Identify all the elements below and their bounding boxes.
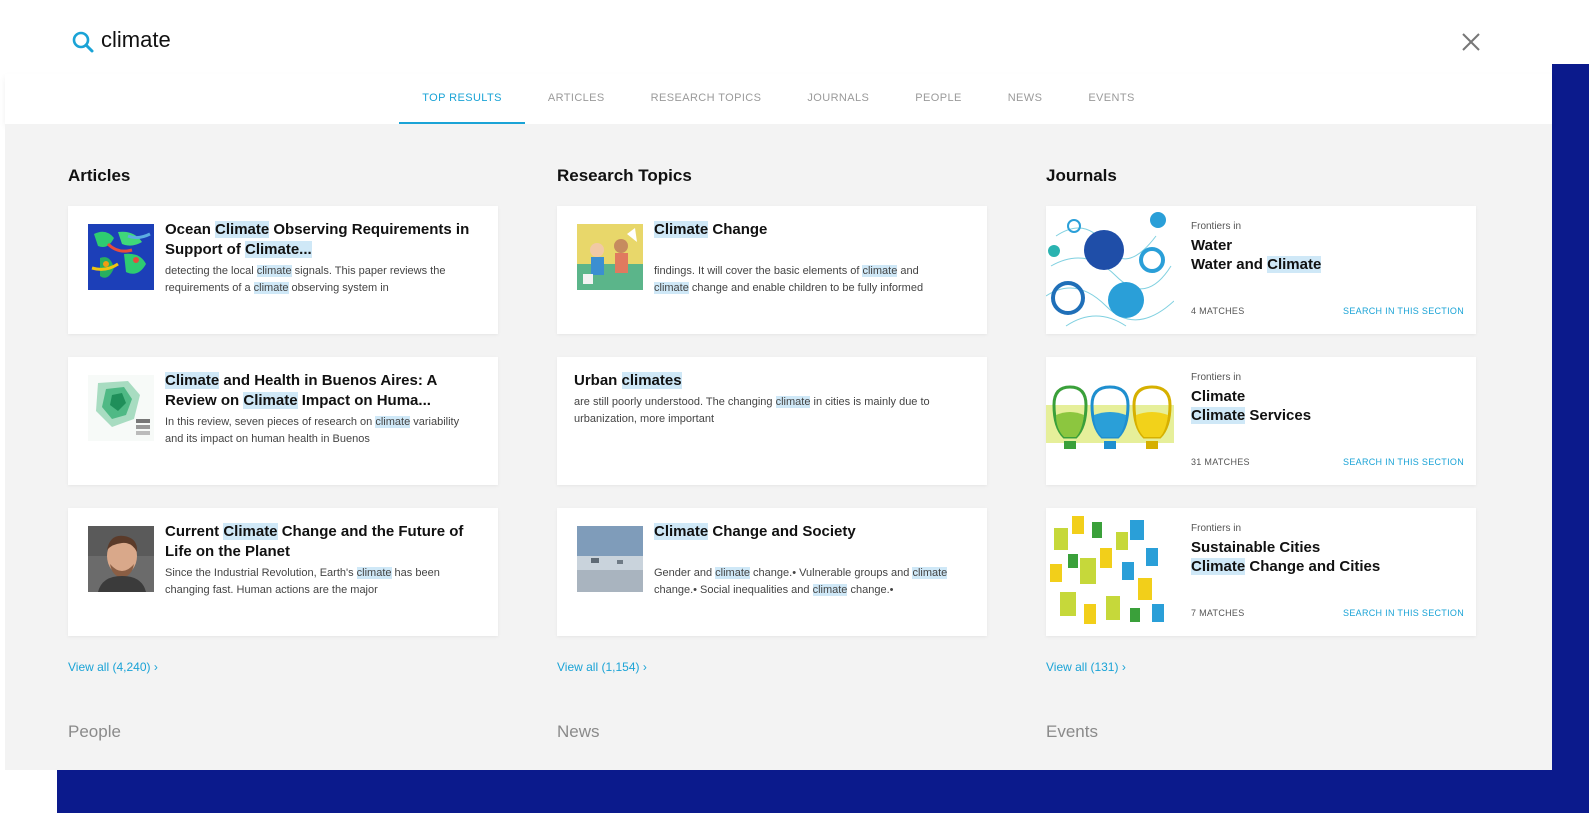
- tab-research-topics[interactable]: RESEARCH TOPICS: [628, 74, 785, 124]
- article-title-2[interactable]: Climate and Health in Buenos Aires: A Re…: [165, 371, 485, 411]
- journal-matches: 4 MATCHES: [1191, 306, 1245, 316]
- journal-card-3[interactable]: Frontiers in Sustainable Cities Climate …: [1046, 508, 1476, 636]
- research-topic-title-2[interactable]: Urban climates: [574, 371, 974, 391]
- search-bar: climate: [5, 0, 1552, 74]
- tab-journals[interactable]: JOURNALS: [784, 74, 892, 124]
- results-content: Articles Ocean Climate Observing Require…: [5, 124, 1552, 770]
- article-title-3[interactable]: Current Climate Change and the Future of…: [165, 522, 485, 562]
- research-topic-thumbnail-photo: [577, 526, 643, 592]
- people-heading: People: [68, 722, 121, 741]
- search-in-section-link[interactable]: SEARCH IN THIS SECTION: [1343, 457, 1464, 467]
- article-snippet-1: detecting the local climate signals. Thi…: [165, 265, 446, 294]
- article-thumbnail-ocean-map: [88, 224, 154, 290]
- view-all-research-topics-link[interactable]: View all (1,154) ›: [557, 660, 647, 674]
- tab-articles[interactable]: ARTICLES: [525, 74, 628, 124]
- article-card-2[interactable]: Climate and Health in Buenos Aires: A Re…: [68, 357, 498, 485]
- tab-events[interactable]: EVENTS: [1065, 74, 1157, 124]
- journal-name[interactable]: Climate Change and Cities: [1191, 557, 1380, 576]
- journal-matches: 7 MATCHES: [1191, 608, 1245, 618]
- search-in-section-link[interactable]: SEARCH IN THIS SECTION: [1343, 306, 1464, 316]
- article-snippet-2: In this review, seven pieces of research…: [165, 416, 460, 445]
- journal-subject[interactable]: Sustainable Cities: [1191, 538, 1320, 557]
- journal-frontiers-label: Frontiers in: [1191, 372, 1242, 383]
- close-icon[interactable]: [1460, 31, 1482, 53]
- events-heading: Events: [1046, 722, 1098, 741]
- article-thumbnail-portrait: [88, 526, 154, 592]
- journal-card-1[interactable]: Frontiers in Water Water and Climate 4 M…: [1046, 206, 1476, 334]
- tab-top-results[interactable]: TOP RESULTS: [399, 74, 525, 125]
- journal-thumbnail-climate: [1046, 357, 1174, 485]
- research-topic-title-1[interactable]: Climate Change: [654, 220, 974, 240]
- research-topic-snippet-2: are still poorly understood. The changin…: [574, 396, 930, 425]
- research-topic-snippet-3: Gender and climate change.• Vulnerable g…: [654, 567, 948, 596]
- journal-subject[interactable]: Climate: [1191, 387, 1245, 406]
- journal-subject[interactable]: Water: [1191, 236, 1232, 255]
- research-topic-thumbnail-illustration: [577, 224, 643, 290]
- view-all-articles-link[interactable]: View all (4,240) ›: [68, 660, 158, 674]
- journal-matches: 31 MATCHES: [1191, 457, 1250, 467]
- article-title-1[interactable]: Ocean Climate Observing Requirements in …: [165, 220, 485, 260]
- navy-backdrop-right: [1552, 64, 1589, 813]
- journal-thumbnail-water: [1046, 206, 1174, 334]
- journal-name[interactable]: Water and Climate: [1191, 255, 1322, 274]
- view-all-journals-link[interactable]: View all (131) ›: [1046, 660, 1126, 674]
- journal-frontiers-label: Frontiers in: [1191, 523, 1242, 534]
- articles-heading: Articles: [68, 166, 131, 185]
- journal-thumbnail-cities: [1046, 508, 1174, 636]
- search-input[interactable]: climate: [101, 27, 171, 53]
- article-card-1[interactable]: Ocean Climate Observing Requirements in …: [68, 206, 498, 334]
- journal-frontiers-label: Frontiers in: [1191, 221, 1242, 232]
- page: climate TOP RESULTS ARTICLES RESEARCH TO…: [0, 0, 1589, 813]
- research-topic-card-2[interactable]: Urban climates are still poorly understo…: [557, 357, 987, 485]
- journal-name[interactable]: Climate Services: [1191, 406, 1311, 425]
- research-topics-heading: Research Topics: [557, 166, 692, 185]
- article-snippet-3: Since the Industrial Revolution, Earth's…: [165, 567, 440, 596]
- article-thumbnail-map: [88, 375, 154, 441]
- research-topic-snippet-1: findings. It will cover the basic elemen…: [654, 265, 924, 294]
- search-icon: [72, 31, 94, 53]
- tab-people[interactable]: PEOPLE: [892, 74, 984, 124]
- news-heading: News: [557, 722, 600, 741]
- journals-heading: Journals: [1046, 166, 1117, 185]
- search-overlay-panel: climate TOP RESULTS ARTICLES RESEARCH TO…: [5, 0, 1552, 770]
- research-topic-title-3[interactable]: Climate Change and Society: [654, 522, 974, 542]
- results-tabs: TOP RESULTS ARTICLES RESEARCH TOPICS JOU…: [5, 74, 1552, 125]
- research-topic-card-1[interactable]: Climate Change findings. It will cover t…: [557, 206, 987, 334]
- search-in-section-link[interactable]: SEARCH IN THIS SECTION: [1343, 608, 1464, 618]
- research-topic-card-3[interactable]: Climate Change and Society Gender and cl…: [557, 508, 987, 636]
- navy-backdrop-bottom: [57, 770, 1589, 813]
- article-card-3[interactable]: Current Climate Change and the Future of…: [68, 508, 498, 636]
- journal-card-2[interactable]: Frontiers in Climate Climate Services 31…: [1046, 357, 1476, 485]
- tab-news[interactable]: NEWS: [985, 74, 1066, 124]
